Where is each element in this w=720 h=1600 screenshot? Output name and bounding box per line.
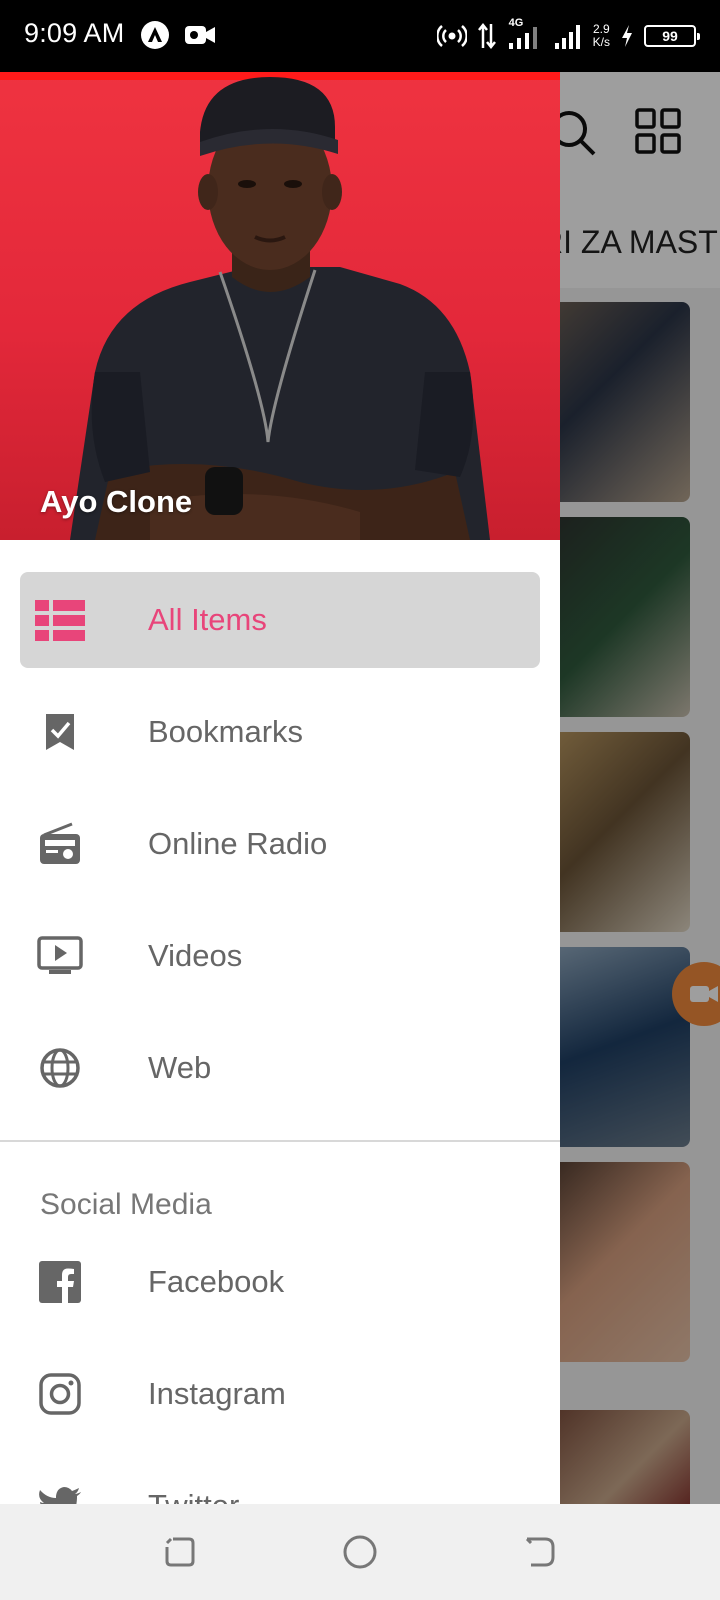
- charging-icon: [622, 25, 632, 47]
- hotspot-icon: [436, 25, 467, 47]
- menu-item-web[interactable]: Web: [20, 1020, 540, 1116]
- social-media-title: Social Media: [40, 1188, 212, 1221]
- back-icon: [525, 1537, 555, 1567]
- menu-item-online-radio[interactable]: Online Radio: [20, 796, 540, 892]
- net-speed: 2.9 K/s: [592, 22, 610, 49]
- menu-item-bookmarks[interactable]: Bookmarks: [20, 684, 540, 780]
- menu-item-label: Facebook: [148, 1264, 285, 1299]
- navigation-drawer: Ayo Clone All Items Bookmarks Online Rad…: [0, 72, 560, 1504]
- status-bar: 9:09 AM 4G 2.9 K/s 99: [0, 0, 720, 72]
- back-button[interactable]: [520, 1532, 560, 1572]
- twitter-icon: [39, 1487, 81, 1504]
- menu-item-label: Web: [148, 1050, 212, 1085]
- data-transfer-icon: [477, 22, 496, 50]
- recent-apps-button[interactable]: [160, 1532, 200, 1572]
- profile-photo: [70, 77, 490, 540]
- profile-name: Ayo Clone: [40, 484, 193, 519]
- menu-item-label: All Items: [148, 602, 267, 637]
- signal-4g-icon: 4G: [507, 17, 543, 51]
- recents-icon: [165, 1537, 195, 1567]
- menu-item-videos[interactable]: Videos: [20, 908, 540, 1004]
- video-recording-icon: [185, 26, 215, 44]
- home-button[interactable]: [340, 1532, 380, 1572]
- menu-item-facebook[interactable]: Facebook: [20, 1234, 540, 1330]
- menu-item-label: Online Radio: [148, 826, 328, 861]
- facebook-icon: [39, 1261, 81, 1303]
- globe-icon: [40, 1048, 80, 1088]
- menu-item-all-items[interactable]: All Items: [20, 572, 540, 668]
- menu-divider: [0, 1140, 560, 1142]
- status-time: 9:09 AM: [24, 18, 125, 48]
- menu-item-instagram[interactable]: Instagram: [20, 1346, 540, 1442]
- battery-icon: 99: [644, 25, 700, 47]
- radio-icon: [40, 822, 80, 864]
- list-icon: [35, 600, 85, 641]
- instagram-icon: [39, 1373, 81, 1415]
- system-navigation-bar: [0, 1504, 720, 1600]
- menu-item-twitter[interactable]: Twitter: [20, 1458, 540, 1504]
- home-circle-icon: [343, 1535, 377, 1569]
- battery-level: 99: [662, 28, 678, 44]
- menu-item-label: Videos: [148, 938, 243, 973]
- drawer-header: Ayo Clone: [0, 72, 560, 540]
- menu-item-label: Twitter: [148, 1488, 239, 1504]
- menu-item-label: Bookmarks: [148, 714, 304, 749]
- app-notification-icon: [141, 21, 169, 49]
- bookmark-icon: [46, 714, 74, 750]
- signal-icon: [554, 25, 580, 49]
- menu-item-label: Instagram: [148, 1376, 286, 1411]
- video-icon: [37, 936, 83, 974]
